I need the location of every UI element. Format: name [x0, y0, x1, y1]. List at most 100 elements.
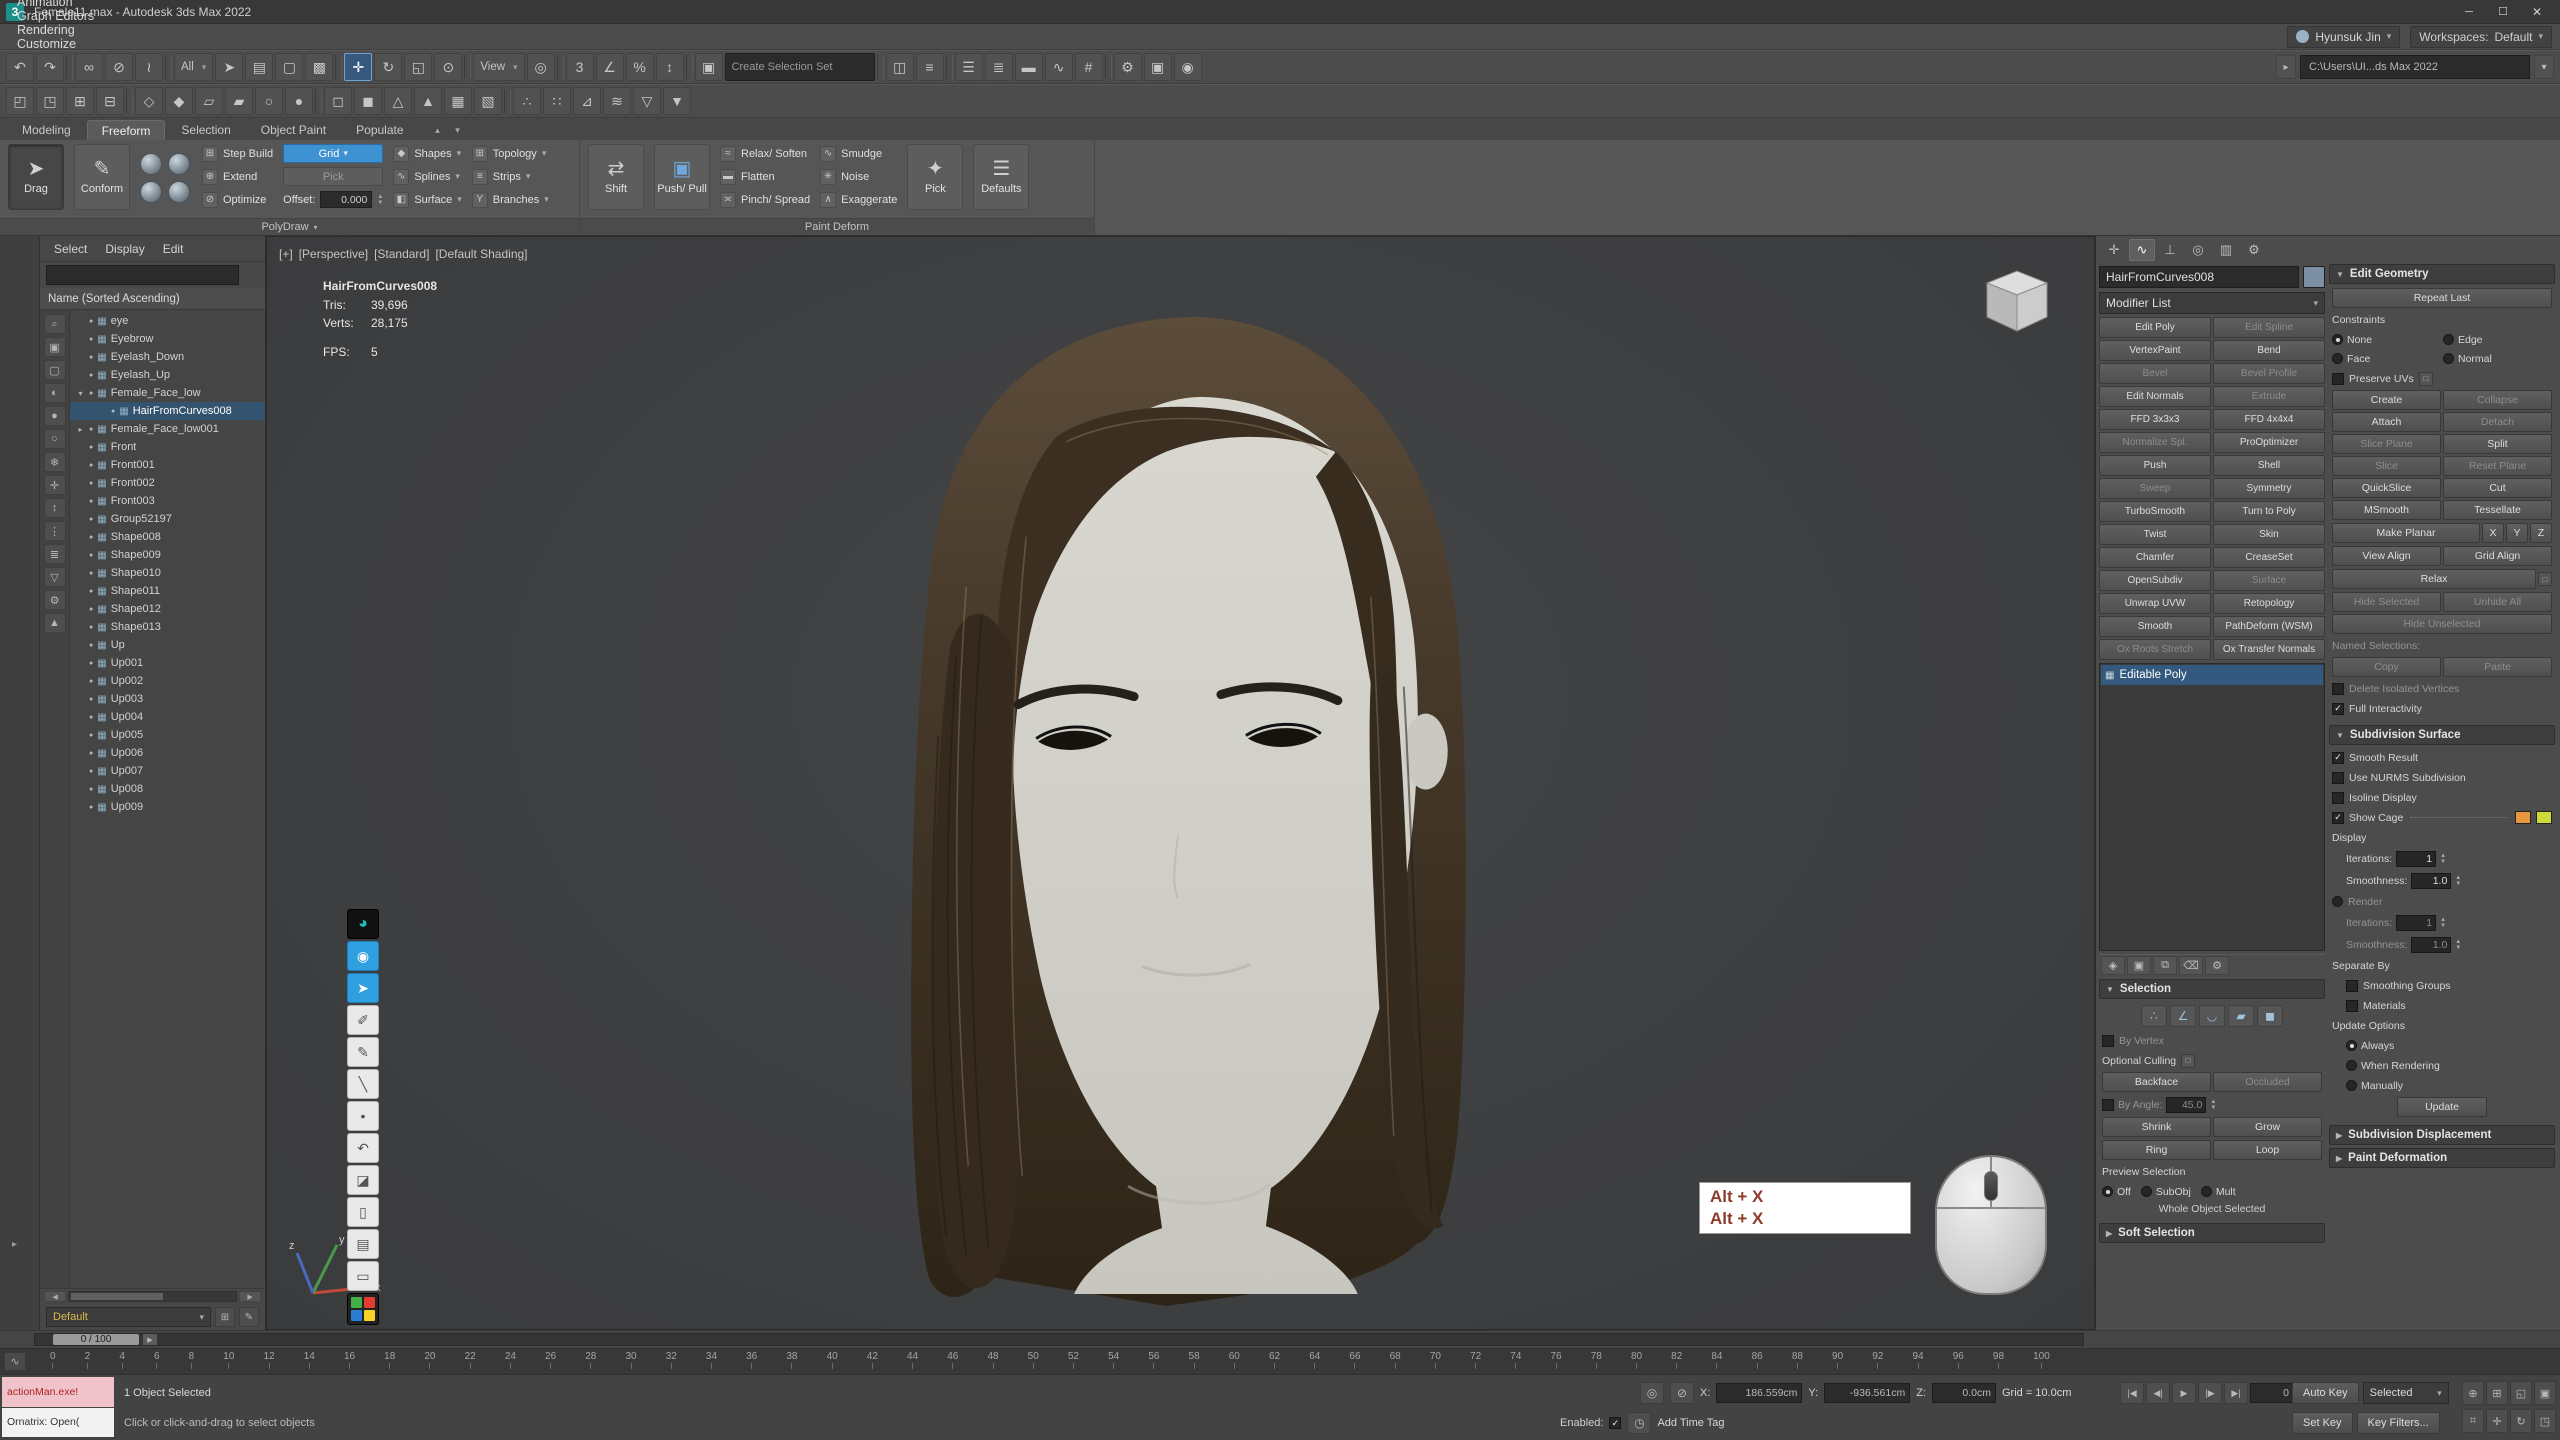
soft-selection-rollout-header[interactable]: ▶ Soft Selection	[2099, 1223, 2325, 1243]
paint-deform-brush-button[interactable]: ≈Relax/ Soften	[720, 144, 810, 163]
full-interactivity-checkbox[interactable]	[2332, 703, 2344, 715]
undo-icon[interactable]: ↶	[6, 53, 34, 81]
head-model-canvas[interactable]	[267, 237, 2094, 1329]
pen-color-blue[interactable]	[351, 1310, 362, 1321]
modifier-button[interactable]: PathDeform (WSM)	[2213, 616, 2325, 637]
modifier-button[interactable]: Retopology	[2213, 593, 2325, 614]
ribbon-tab[interactable]: Object Paint	[247, 120, 340, 140]
visibility-dot-icon[interactable]: ●	[89, 516, 93, 523]
toolbar-icon[interactable]	[1105, 55, 1112, 79]
toolbar-icon[interactable]	[165, 55, 172, 79]
explorer-item[interactable]: ● ▦ Group52197	[70, 510, 265, 528]
remove-modifier-icon[interactable]: ⌫	[2179, 956, 2203, 975]
modifier-button[interactable]: Bevel	[2099, 363, 2211, 384]
toggle-ribbon-icon[interactable]: ▬	[1015, 53, 1043, 81]
dot-tool-icon[interactable]: •	[347, 1101, 379, 1131]
preserve-uvs-checkbox[interactable]	[2332, 373, 2344, 385]
modifier-button[interactable]: Edit Poly	[2099, 317, 2211, 338]
edit-named-selection-sets-icon[interactable]: ▣	[695, 53, 723, 81]
explorer-pin-icon[interactable]: ▲	[44, 613, 66, 633]
modifier-button[interactable]: ProOptimizer	[2213, 432, 2325, 453]
enabled-checkbox[interactable]	[1609, 1417, 1621, 1429]
conform-brush-icon[interactable]	[140, 181, 162, 203]
x-coordinate-field[interactable]: 186.559cm	[1716, 1383, 1802, 1403]
select-and-link-icon[interactable]: ∞	[75, 53, 103, 81]
zoom-all-icon[interactable]: ⊞	[2486, 1381, 2508, 1405]
selection-region-icon[interactable]: ▢	[275, 53, 303, 81]
by-angle-checkbox[interactable]	[2102, 1099, 2114, 1111]
ribbon-tab[interactable]: Selection	[167, 120, 244, 140]
object-name-field[interactable]: HairFromCurves008	[2099, 266, 2299, 288]
chevron-down-icon[interactable]: ▾	[2534, 55, 2554, 79]
reference-coordinate-dropdown[interactable]: View	[473, 53, 524, 81]
custom-tool-icon[interactable]	[504, 89, 511, 113]
drag-tool-button[interactable]: ➤ Drag	[8, 144, 64, 210]
pen-color-yellow[interactable]	[364, 1310, 375, 1321]
paint-deformation-rollout-header[interactable]: ▶ Paint Deformation	[2329, 1148, 2555, 1168]
visibility-dot-icon[interactable]: ●	[89, 624, 93, 631]
explorer-menu-item[interactable]: Edit	[155, 242, 192, 256]
render-smoothness-spinner[interactable]: 1.0	[2411, 937, 2451, 953]
time-slider-track[interactable]: 0 / 100 ▶	[34, 1333, 2084, 1346]
visibility-dot-icon[interactable]: ●	[89, 534, 93, 541]
modifier-button[interactable]: Turn to Poly	[2213, 501, 2325, 522]
modifier-button[interactable]: Ox Roots Stretch	[2099, 639, 2211, 660]
object-color-swatch[interactable]	[2303, 266, 2325, 288]
rendered-frame-window-icon[interactable]: ▣	[1144, 53, 1172, 81]
spinner-arrows-icon[interactable]: ▲▼	[377, 194, 383, 206]
explorer-select-none-icon[interactable]: ▢	[44, 360, 66, 380]
visibility-dot-icon[interactable]: ●	[89, 552, 93, 559]
toggle-layer-explorer-icon[interactable]: ≣	[985, 53, 1013, 81]
explorer-filter-icon[interactable]: ▽	[44, 567, 66, 587]
explorer-hide-icon[interactable]: ○	[44, 429, 66, 449]
custom-tool-icon[interactable]	[315, 89, 322, 113]
spinner-arrows-icon[interactable]: ▲▼	[2455, 875, 2461, 887]
explorer-item[interactable]: ● ▦ Up	[70, 636, 265, 654]
modifier-button[interactable]: Skin	[2213, 524, 2325, 545]
selection-lock-icon[interactable]: ⊘	[1670, 1382, 1694, 1404]
window-crossing-icon[interactable]: ▩	[305, 53, 333, 81]
explorer-item[interactable]: ● ▦ Eyelash_Down	[70, 348, 265, 366]
modifier-button[interactable]: CreaseSet	[2213, 547, 2325, 568]
explorer-item[interactable]: ● ▦ Front	[70, 438, 265, 456]
schematic-view-icon[interactable]: #	[1075, 53, 1103, 81]
listener-macro-line[interactable]: actionMan.exe!	[2, 1377, 114, 1407]
utilities-tab-icon[interactable]: ⚙	[2241, 239, 2267, 261]
explorer-preset-save-icon[interactable]: ⊞	[215, 1307, 235, 1327]
modifier-button[interactable]: Symmetry	[2213, 478, 2325, 499]
select-by-name-icon[interactable]: ▤	[245, 53, 273, 81]
edit-geometry-button[interactable]: Cut	[2443, 478, 2552, 498]
modifier-button[interactable]: Chamfer	[2099, 547, 2211, 568]
modifier-button[interactable]: Surface	[2213, 570, 2325, 591]
use-center-icon[interactable]: ◎	[527, 53, 555, 81]
paint-deform-brush-button[interactable]: ∧Exaggerate	[820, 190, 897, 209]
explorer-select-invert-icon[interactable]: ◐	[44, 383, 66, 403]
modifier-button[interactable]: Smooth	[2099, 616, 2211, 637]
element-mode-icon[interactable]: ◼	[2257, 1005, 2283, 1027]
maxscript-mini-listener[interactable]: actionMan.exe! Ornatrix: Open(	[2, 1377, 114, 1437]
custom-tool-icon-3[interactable]: ⊞	[66, 87, 94, 115]
paint-deform-defaults-dropdown[interactable]: ☰ Defaults	[973, 144, 1029, 210]
custom-tool-icon-1[interactable]: ◰	[6, 87, 34, 115]
epic-pen-logo-icon[interactable]: ◕	[347, 909, 379, 939]
zoom-extents-all-icon[interactable]: ▣	[2534, 1381, 2556, 1405]
polygon-mode-icon[interactable]: ▰	[2228, 1005, 2254, 1027]
modifier-button[interactable]: FFD 3x3x3	[2099, 409, 2211, 430]
polydraw-draw-dropdown[interactable]: ∿Splines▾	[393, 167, 461, 186]
materials-checkbox[interactable]	[2346, 1000, 2358, 1012]
explorer-sort-icon[interactable]: ↕	[44, 498, 66, 518]
align-icon[interactable]: ≡	[916, 53, 944, 81]
modifier-stack[interactable]: ▦ Editable Poly	[2099, 663, 2325, 951]
explorer-item[interactable]: ▾ ● ▦ Female_Face_low	[70, 384, 265, 402]
toolbar-icon[interactable]	[464, 55, 471, 79]
update-option-radio[interactable]: When Rendering	[2346, 1057, 2552, 1074]
angle-snap-icon[interactable]: ∠	[596, 53, 624, 81]
current-frame-field[interactable]: 0	[2250, 1383, 2294, 1403]
modifier-button[interactable]: Extrude	[2213, 386, 2325, 407]
custom-tool-icon-18[interactable]: ∷	[543, 87, 571, 115]
maximize-viewport-icon[interactable]: ◳	[2534, 1409, 2556, 1433]
explorer-item[interactable]: ● ▦ Up009	[70, 798, 265, 816]
modifier-button[interactable]: FFD 4x4x4	[2213, 409, 2325, 430]
modifier-button[interactable]: VertexPaint	[2099, 340, 2211, 361]
conform-brush-icon[interactable]	[168, 153, 190, 175]
